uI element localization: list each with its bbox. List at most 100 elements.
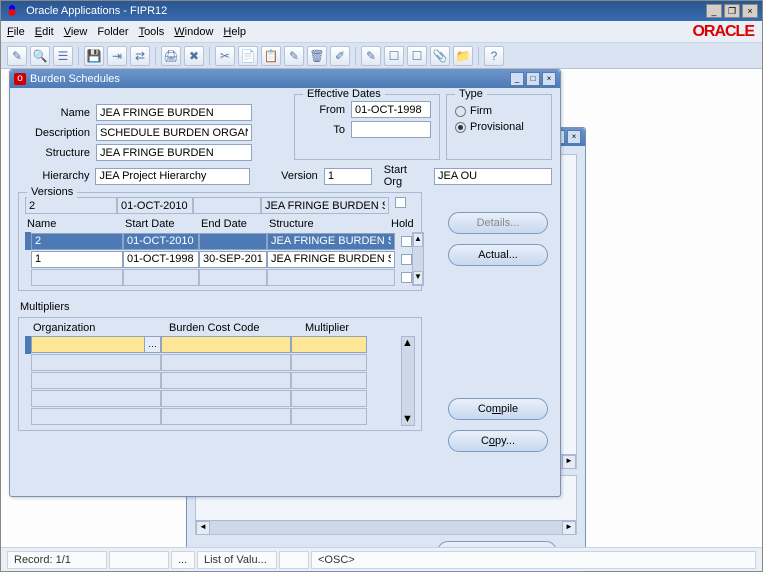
effective-dates-legend: Effective Dates [303, 88, 385, 100]
tb-tools3-icon[interactable]: ☐ [407, 46, 427, 66]
form-max-icon[interactable]: □ [526, 72, 540, 86]
mult-row[interactable] [25, 408, 401, 426]
versions-scrollbar[interactable]: ▲▼ [412, 232, 424, 286]
vfilter-start[interactable] [117, 197, 193, 214]
oracle-logo: ORACLE [692, 23, 754, 41]
java-icon [5, 4, 19, 18]
description-field[interactable] [96, 124, 252, 141]
col-hold: Hold [389, 218, 414, 230]
tb-folder-icon[interactable]: 📁 [453, 46, 473, 66]
row1-name[interactable] [31, 251, 123, 268]
actual-button[interactable]: Actual... [448, 244, 548, 266]
col-end: End Date [199, 218, 267, 230]
row0-start[interactable] [123, 233, 199, 250]
form-close-icon[interactable]: × [542, 72, 556, 86]
tb-nav-icon[interactable]: ☰ [53, 46, 73, 66]
menu-folder[interactable]: Folder [97, 26, 128, 38]
structure-field[interactable] [96, 144, 252, 161]
to-date-field[interactable] [351, 121, 431, 138]
tb-clear-icon[interactable]: ✎ [284, 46, 304, 66]
row0-struct[interactable] [267, 233, 395, 250]
tb-paste-icon[interactable]: 📋 [261, 46, 281, 66]
copy-button[interactable]: Copy... [448, 430, 548, 452]
row2-name[interactable] [31, 269, 123, 286]
details-button[interactable]: Details... [448, 212, 548, 234]
form-titlebar[interactable]: o Burden Schedules _ □ × [10, 70, 560, 88]
table-row[interactable] [25, 268, 412, 286]
row2-struct[interactable] [267, 269, 395, 286]
row1-struct[interactable] [267, 251, 395, 268]
menu-tools[interactable]: Tools [139, 26, 165, 38]
menu-view[interactable]: View [64, 26, 88, 38]
m0-mult[interactable] [291, 336, 367, 353]
row2-start[interactable] [123, 269, 199, 286]
col-struct: Structure [267, 218, 389, 230]
row1-start[interactable] [123, 251, 199, 268]
m0-bcc[interactable] [161, 336, 291, 353]
mult-row[interactable] [25, 372, 401, 390]
tb-copy-icon[interactable]: 📄 [238, 46, 258, 66]
menu-help[interactable]: Help [223, 26, 246, 38]
tb-delete-icon[interactable]: 🗑 [307, 46, 327, 66]
tb-step-icon[interactable]: ⇥ [107, 46, 127, 66]
row0-name[interactable] [31, 233, 123, 250]
vfilter-name[interactable] [25, 197, 117, 214]
minimize-button[interactable]: _ [706, 4, 722, 18]
name-label: Name [18, 107, 90, 119]
tb-switch-icon[interactable]: ⇄ [130, 46, 150, 66]
tb-cut-icon[interactable]: ✂ [215, 46, 235, 66]
toolbar: ✎ 🔍 ☰ 💾 ⇥ ⇄ 🖨 ✖ ✂ 📄 📋 ✎ 🗑 ✐ ✎ ☐ ☐ 📎 📁 ? [1, 43, 762, 69]
hierarchy-field[interactable] [95, 168, 250, 185]
tb-find-icon[interactable]: 🔍 [30, 46, 50, 66]
restore-button[interactable]: ❐ [724, 4, 740, 18]
menu-edit[interactable]: Edit [35, 26, 54, 38]
mult-row[interactable] [25, 390, 401, 408]
radio-provisional[interactable]: Provisional [455, 121, 543, 133]
mult-row[interactable]: … [25, 336, 401, 354]
row0-end[interactable] [199, 233, 267, 250]
form-min-icon[interactable]: _ [510, 72, 524, 86]
lov-button[interactable]: … [145, 336, 161, 353]
startorg-field[interactable] [434, 168, 552, 185]
versions-legend: Versions [27, 186, 77, 198]
tb-close-form-icon[interactable]: ✖ [184, 46, 204, 66]
versions-group: Versions Name Start Date End Date Struct… [18, 192, 422, 291]
tb-attach-icon[interactable]: 📎 [430, 46, 450, 66]
table-row[interactable] [25, 250, 412, 268]
row2-end[interactable] [199, 269, 267, 286]
m0-org[interactable] [31, 336, 145, 353]
row1-hold[interactable] [401, 254, 412, 265]
vfilter-struct[interactable] [261, 197, 389, 214]
tb-edit-icon[interactable]: ✐ [330, 46, 350, 66]
table-row[interactable] [25, 232, 412, 250]
vfilter-end[interactable] [193, 197, 261, 214]
row2-hold[interactable] [401, 272, 412, 283]
tb-new-icon[interactable]: ✎ [7, 46, 27, 66]
mcol-mult: Multiplier [305, 322, 381, 334]
burden-schedules-window: o Burden Schedules _ □ × Name Descriptio… [9, 69, 561, 497]
mult-row[interactable] [25, 354, 401, 372]
name-field[interactable] [96, 104, 252, 121]
compile-button[interactable]: Compile [448, 398, 548, 420]
tb-save-icon[interactable]: 💾 [84, 46, 104, 66]
tb-help-icon[interactable]: ? [484, 46, 504, 66]
radio-firm[interactable]: Firm [455, 105, 543, 117]
multipliers-scrollbar[interactable]: ▲▼ [401, 336, 415, 426]
close-button[interactable]: × [742, 4, 758, 18]
row1-end[interactable] [199, 251, 267, 268]
window-titlebar: Oracle Applications - FIPR12 _ ❐ × [1, 1, 762, 21]
row0-hold[interactable] [401, 236, 412, 247]
description-label: Description [18, 127, 90, 139]
tb-tools2-icon[interactable]: ☐ [384, 46, 404, 66]
vfilter-hold-check[interactable] [395, 197, 406, 208]
version-field[interactable] [324, 168, 372, 185]
menu-file[interactable]: File [7, 26, 25, 38]
mcol-bcc: Burden Cost Code [169, 322, 305, 334]
status-record: Record: 1/1 [7, 551, 107, 569]
from-date-field[interactable] [351, 101, 431, 118]
tb-print-icon[interactable]: 🖨 [161, 46, 181, 66]
bg-close-icon[interactable]: × [567, 130, 581, 144]
tb-tools1-icon[interactable]: ✎ [361, 46, 381, 66]
bg-scrollbar-2[interactable]: ◄► [196, 520, 576, 534]
menu-window[interactable]: Window [174, 26, 213, 38]
